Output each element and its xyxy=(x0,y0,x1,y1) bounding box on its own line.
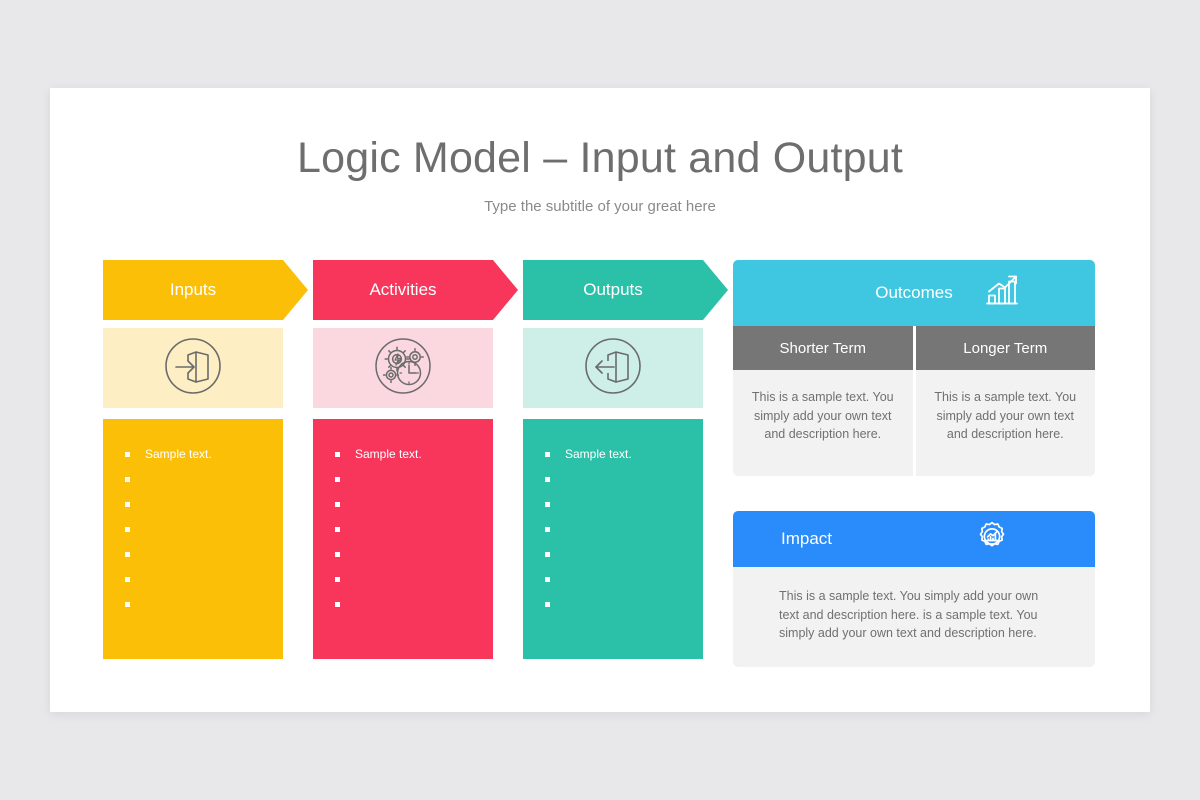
outcomes-title: Outcomes xyxy=(875,283,953,302)
slide-canvas: Logic Model – Input and Output Type the … xyxy=(0,0,1200,800)
list-item[interactable] xyxy=(313,522,493,547)
bullet-marker-icon xyxy=(125,502,130,507)
panel-impact[interactable]: Impact This is a sample text. You simply… xyxy=(733,511,1095,667)
list-item[interactable] xyxy=(523,497,703,522)
outcomes-body-longer: This is a sample text. You simply add yo… xyxy=(915,370,1095,476)
bullet-marker-icon xyxy=(125,602,130,607)
gear-chart-icon xyxy=(975,520,1009,559)
bullet-marker-icon xyxy=(545,552,550,557)
list-item[interactable] xyxy=(103,597,283,622)
bullet-list-activities[interactable]: Sample text. xyxy=(313,419,493,659)
list-item[interactable] xyxy=(103,522,283,547)
list-item[interactable] xyxy=(523,522,703,547)
icon-panel-inputs xyxy=(103,328,283,408)
page-subtitle: Type the subtitle of your great here xyxy=(484,198,716,215)
list-item-label: Sample text. xyxy=(145,447,212,461)
bullet-marker-icon xyxy=(125,477,130,482)
impact-title: Impact xyxy=(781,529,833,548)
bullet-marker-icon xyxy=(125,552,130,557)
panel-outcomes[interactable]: Outcomes Shorter Term Longer Term This i… xyxy=(733,260,1095,476)
bullet-list-inputs[interactable]: Sample text. xyxy=(103,419,283,659)
list-item-label: Sample text. xyxy=(565,447,632,461)
slide-card: Logic Model – Input and Output Type the … xyxy=(50,88,1150,712)
list-item[interactable]: Sample text. xyxy=(523,447,703,472)
outcomes-subheader-longer[interactable]: Longer Term xyxy=(915,326,1095,370)
list-item[interactable] xyxy=(523,597,703,622)
page-title: Logic Model – Input and Output xyxy=(296,134,904,182)
bullet-marker-icon xyxy=(335,527,340,532)
arrow-point-outputs xyxy=(703,260,728,320)
bullet-marker-icon xyxy=(125,527,130,532)
list-item[interactable] xyxy=(103,572,283,597)
list-item[interactable] xyxy=(313,597,493,622)
column-header-outputs[interactable]: Outputs xyxy=(523,260,728,320)
impact-header[interactable]: Impact xyxy=(733,511,1095,567)
arrow-point-activities xyxy=(493,260,518,320)
bullet-list-outputs[interactable]: Sample text. xyxy=(523,419,703,659)
list-item[interactable] xyxy=(313,472,493,497)
list-item-label: Sample text. xyxy=(355,447,422,461)
icon-panel-activities xyxy=(313,328,493,408)
outcomes-header[interactable]: Outcomes xyxy=(733,260,1095,326)
bullet-marker-icon xyxy=(545,577,550,582)
bullet-marker-icon xyxy=(545,452,550,457)
column-inputs[interactable]: Inputs Sample text. xyxy=(103,260,308,659)
list-item[interactable] xyxy=(103,497,283,522)
list-item[interactable] xyxy=(523,572,703,597)
list-item[interactable] xyxy=(103,472,283,497)
list-item[interactable] xyxy=(523,547,703,572)
column-title-inputs: Inputs xyxy=(169,280,217,299)
list-item[interactable] xyxy=(313,547,493,572)
bullet-marker-icon xyxy=(545,502,550,507)
outcomes-body-row: This is a sample text. You simply add yo… xyxy=(733,370,1095,476)
bullet-marker-icon xyxy=(335,577,340,582)
outcomes-body-shorter: This is a sample text. You simply add yo… xyxy=(733,370,913,476)
bullet-marker-icon xyxy=(125,452,130,457)
list-item[interactable] xyxy=(103,547,283,572)
bullet-marker-icon xyxy=(335,452,340,457)
column-activities[interactable]: Activities Sample text. xyxy=(313,260,518,659)
bullet-marker-icon xyxy=(125,577,130,582)
gears-clock-icon xyxy=(372,335,434,402)
outcomes-subheader-shorter[interactable]: Shorter Term xyxy=(733,326,913,370)
list-item[interactable] xyxy=(313,497,493,522)
column-title-outputs: Outputs xyxy=(583,280,643,299)
enter-door-icon xyxy=(162,335,224,402)
list-item[interactable]: Sample text. xyxy=(103,447,283,472)
arrow-point-inputs xyxy=(283,260,308,320)
exit-door-icon xyxy=(582,335,644,402)
bullet-marker-icon xyxy=(335,477,340,482)
list-item[interactable] xyxy=(523,472,703,497)
list-item[interactable] xyxy=(313,572,493,597)
bullet-marker-icon xyxy=(545,477,550,482)
bullet-marker-icon xyxy=(335,502,340,507)
column-header-activities[interactable]: Activities xyxy=(313,260,518,320)
bullet-marker-icon xyxy=(545,527,550,532)
column-title-activities: Activities xyxy=(369,280,437,299)
bullet-marker-icon xyxy=(335,602,340,607)
impact-body: This is a sample text. You simply add yo… xyxy=(779,589,1039,640)
outcomes-subheader-row: Shorter Term Longer Term xyxy=(733,326,1095,370)
bullet-marker-icon xyxy=(545,602,550,607)
list-item[interactable]: Sample text. xyxy=(313,447,493,472)
growth-bar-chart-icon xyxy=(983,274,1021,313)
column-header-inputs[interactable]: Inputs xyxy=(103,260,308,320)
column-outputs[interactable]: Outputs Sample text. xyxy=(523,260,728,659)
bullet-marker-icon xyxy=(335,552,340,557)
icon-panel-outputs xyxy=(523,328,703,408)
